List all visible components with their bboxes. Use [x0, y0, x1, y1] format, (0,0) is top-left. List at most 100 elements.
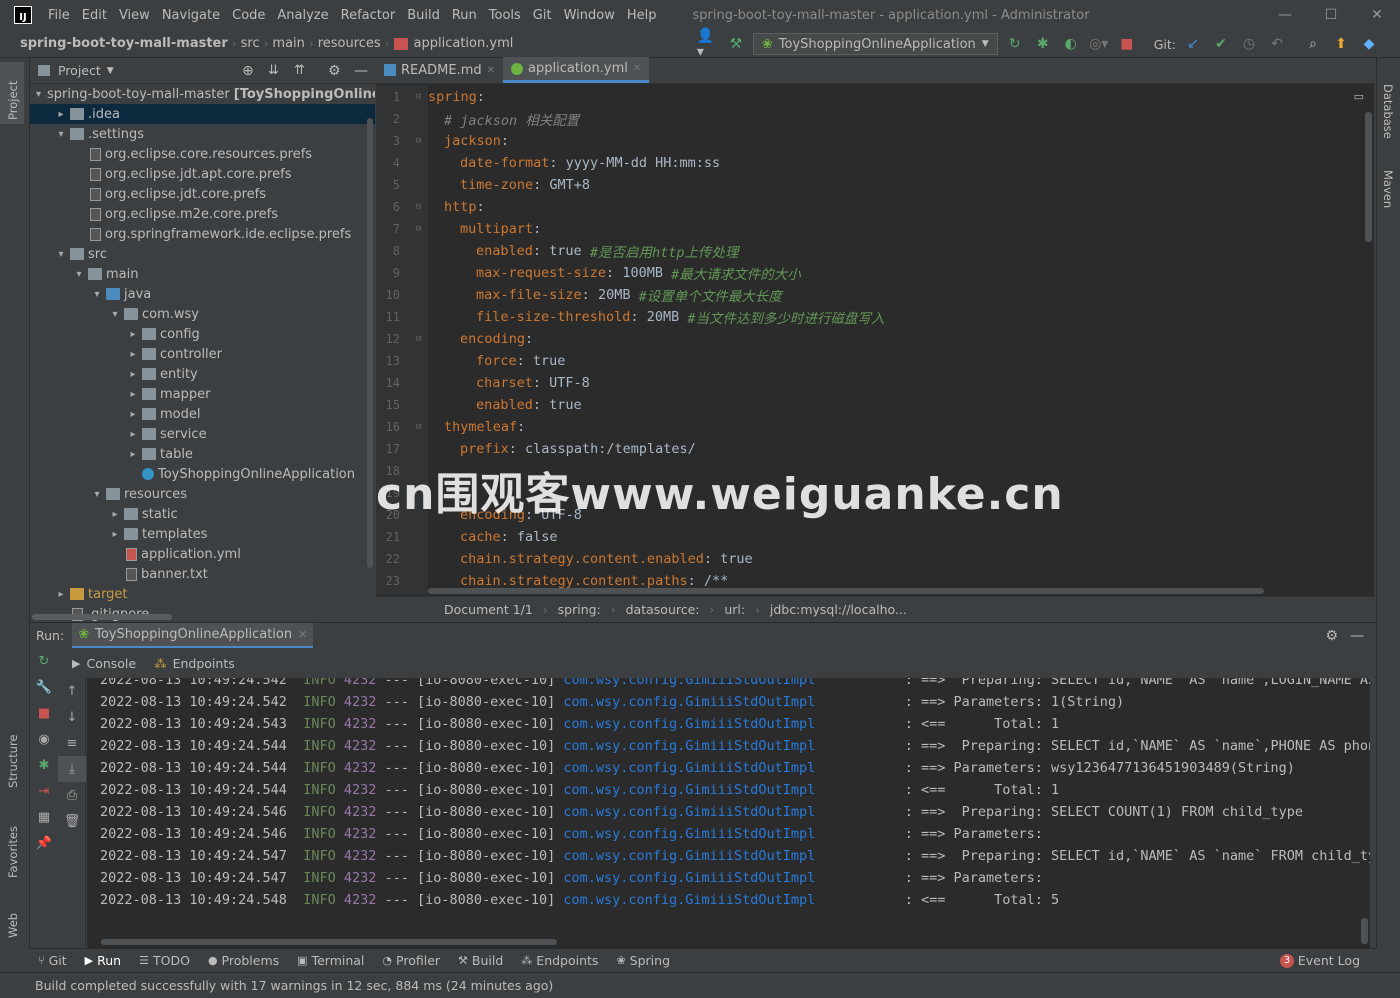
tool-tab-todo[interactable]: ☰ TODO [139, 953, 190, 968]
breadcrumb-item[interactable]: main [268, 36, 308, 51]
console-tab[interactable]: ▶ Console [72, 656, 136, 671]
tree-node[interactable]: org.eclipse.jdt.apt.core.prefs [30, 164, 375, 184]
exit-icon[interactable]: ⇥ [30, 778, 58, 804]
chevron-down-icon[interactable]: ▼ [107, 66, 114, 76]
locate-icon[interactable]: ⊕ [242, 63, 254, 79]
tool-window-structure[interactable]: Structure [0, 718, 24, 794]
tree-node[interactable]: ▾ src [30, 244, 375, 264]
chevron-right-icon[interactable]: ▸ [126, 369, 140, 380]
breadcrumb-item[interactable]: src [237, 36, 264, 51]
wrench-icon[interactable]: 🔧 [30, 674, 58, 700]
tree-node[interactable]: ▸ config [30, 324, 375, 344]
maximize-button[interactable]: ☐ [1308, 0, 1354, 30]
tree-node[interactable]: org.eclipse.jdt.core.prefs [30, 184, 375, 204]
console-hscroll-thumb[interactable] [101, 939, 557, 945]
print-icon[interactable]: ⎙ [58, 782, 86, 808]
tool-tab-git[interactable]: ⑂ Git [38, 953, 67, 968]
status-text[interactable]: Build completed successfully with 17 war… [35, 978, 553, 993]
event-log-button[interactable]: 3 Event Log [1279, 953, 1360, 968]
yaml-breadcrumb-item[interactable]: jdbc:mysql://localho... [770, 602, 907, 617]
project-scrollbar[interactable] [367, 118, 373, 568]
tree-node[interactable]: ▾ java [30, 284, 375, 304]
close-icon[interactable]: ✕ [633, 63, 641, 74]
tool-tab-build[interactable]: ⚒ Build [458, 953, 503, 968]
yaml-breadcrumb-item[interactable]: url: [724, 602, 745, 617]
menu-view[interactable]: View [113, 8, 156, 23]
git-commit-icon[interactable]: ✔ [1210, 33, 1232, 55]
run-config-select[interactable]: ❀ ToyShoppingOnlineApplication ▼ [752, 33, 998, 55]
chevron-right-icon[interactable]: ▸ [126, 409, 140, 420]
debug-icon[interactable]: ✱ [30, 752, 58, 778]
menu-edit[interactable]: Edit [76, 8, 113, 23]
tree-node[interactable]: ▸ model [30, 404, 375, 424]
chevron-down-icon[interactable]: ▾ [108, 309, 122, 320]
git-update-icon[interactable]: ↙ [1182, 33, 1204, 55]
rerun-icon[interactable]: ↻ [1004, 33, 1026, 55]
menu-navigate[interactable]: Navigate [156, 8, 226, 23]
fold-marker-icon[interactable]: ⊟ [416, 422, 428, 432]
tree-node[interactable]: ToyShoppingOnlineApplication [30, 464, 375, 484]
chevron-down-icon[interactable]: ▾ [54, 129, 68, 140]
plugin-icon[interactable]: ◆ [1358, 33, 1380, 55]
chevron-down-icon[interactable]: ▾ [72, 269, 86, 280]
project-hscrollbar[interactable] [32, 614, 172, 620]
soft-wrap-icon[interactable]: ≡ [58, 730, 86, 756]
menu-window[interactable]: Window [558, 8, 621, 23]
tree-node[interactable]: application.yml [30, 544, 375, 564]
tree-node[interactable]: ▸ templates [30, 524, 375, 544]
chevron-down-icon[interactable]: ▾ [36, 89, 41, 100]
chevron-right-icon[interactable]: ▸ [126, 449, 140, 460]
chevron-right-icon[interactable]: ▸ [108, 509, 122, 520]
editor-tab[interactable]: README.md ✕ [376, 57, 503, 83]
camera-icon[interactable]: ◉ [30, 726, 58, 752]
close-icon[interactable]: ✕ [487, 65, 495, 76]
gear-icon[interactable]: ⚙ [328, 63, 341, 79]
minimize-button[interactable]: — [1262, 0, 1308, 30]
yaml-breadcrumb-item[interactable]: Document 1/1 [444, 602, 533, 617]
endpoints-tab[interactable]: ⁂ Endpoints [154, 656, 235, 671]
tool-window-favorites[interactable]: Favorites [0, 808, 24, 884]
menu-run[interactable]: Run [446, 8, 483, 23]
tree-node[interactable]: ▸ table [30, 444, 375, 464]
reader-mode-icon[interactable]: ▭ [1354, 90, 1364, 103]
hide-icon[interactable]: — [1350, 628, 1364, 644]
layout-icon[interactable]: ▦ [30, 804, 58, 830]
stop-icon[interactable]: ■ [30, 700, 58, 726]
menu-analyze[interactable]: Analyze [271, 8, 334, 23]
tool-window-web[interactable]: Web [0, 894, 24, 944]
tree-node[interactable]: ▸ target [30, 584, 375, 604]
breadcrumb-item[interactable]: spring-boot-toy-mall-master [16, 36, 232, 51]
tree-node[interactable]: banner.txt [30, 564, 375, 584]
chevron-right-icon[interactable]: ▸ [126, 389, 140, 400]
menu-help[interactable]: Help [621, 8, 663, 23]
chevron-down-icon[interactable]: ▾ [90, 289, 104, 300]
fold-marker-icon[interactable]: ⊟ [416, 334, 428, 344]
fold-marker-icon[interactable]: ⊟ [416, 136, 428, 146]
menu-tools[interactable]: Tools [483, 8, 527, 23]
tree-node[interactable]: ▸ entity [30, 364, 375, 384]
tree-node[interactable]: ▸ mapper [30, 384, 375, 404]
search-icon[interactable]: ⌕ [1302, 33, 1324, 55]
tool-window-project[interactable]: Project [0, 62, 24, 124]
chevron-down-icon[interactable]: ▾ [54, 249, 68, 260]
menu-file[interactable]: File [42, 8, 76, 23]
collapse-all-icon[interactable]: ⇈ [294, 63, 305, 78]
arrow-down-icon[interactable]: ↓ [58, 704, 86, 730]
fold-marker-icon[interactable]: ⊟ [416, 224, 428, 234]
update-icon[interactable]: ⬆ [1330, 33, 1352, 55]
yaml-breadcrumb-item[interactable]: spring: [558, 602, 601, 617]
tree-node[interactable]: org.eclipse.m2e.core.prefs [30, 204, 375, 224]
tool-tab-run[interactable]: ▶ Run [85, 953, 121, 968]
menu-git[interactable]: Git [527, 8, 558, 23]
editor-scrollbar[interactable] [1365, 112, 1372, 242]
arrow-up-icon[interactable]: ↑ [58, 678, 86, 704]
debug-icon[interactable]: ✱ [1032, 33, 1054, 55]
project-panel-title[interactable]: Project [58, 63, 101, 78]
build-hammer-icon[interactable]: ⚒ [725, 33, 747, 55]
tool-tab-profiler[interactable]: ◔ Profiler [382, 953, 440, 968]
git-rollback-icon[interactable]: ↶ [1266, 33, 1288, 55]
chevron-right-icon[interactable]: ▸ [54, 589, 68, 600]
stop-icon[interactable]: ■ [1116, 33, 1138, 55]
menu-refactor[interactable]: Refactor [335, 8, 402, 23]
tree-node[interactable]: ▸ service [30, 424, 375, 444]
